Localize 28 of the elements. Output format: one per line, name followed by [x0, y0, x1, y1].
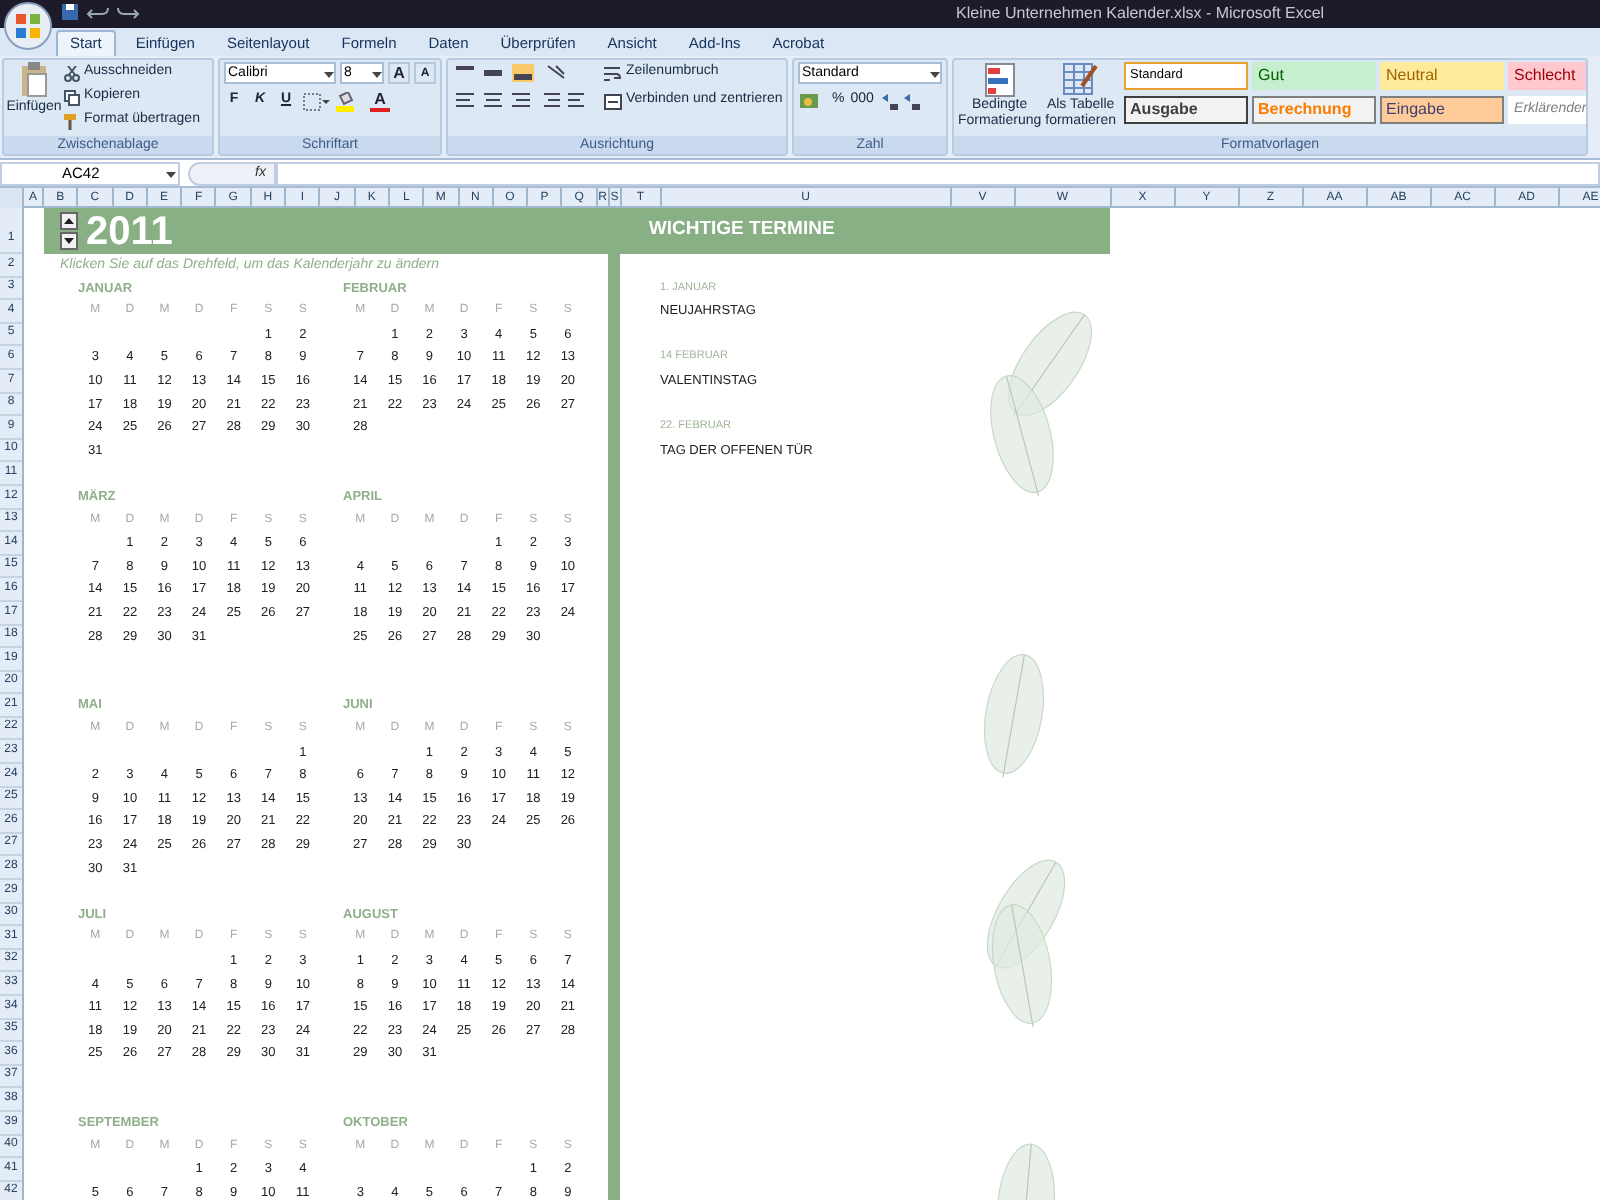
paintbrush-icon: [64, 113, 80, 129]
cell-style-option[interactable]: Schlecht: [1508, 62, 1586, 90]
scissors-icon: [64, 65, 80, 81]
window-title: Kleine Unternehmen Kalender.xlsx - Microsoft Excel: [956, 2, 1325, 26]
redo-icon: [116, 2, 140, 22]
wrap-text-icon: [604, 65, 622, 81]
cell-style-option[interactable]: Gut: [1252, 62, 1377, 90]
events-title: WICHTIGE TERMINE: [648, 216, 835, 245]
table-bars-icon: [983, 62, 1016, 98]
cell-style-option[interactable]: Eingabe: [1380, 96, 1505, 124]
year-spinner[interactable]: [60, 212, 78, 250]
office-button[interactable]: [4, 2, 52, 50]
spin-up-icon: [60, 212, 78, 230]
spin-down-icon: [60, 232, 78, 250]
font-color-button[interactable]: A: [370, 90, 390, 112]
year-label: 2011: [86, 209, 173, 253]
formula-input[interactable]: [276, 161, 1600, 185]
decimal-places-icon: [879, 91, 924, 111]
cell-style-option[interactable]: Ausgabe: [1124, 96, 1249, 124]
office-logo-icon: [14, 12, 42, 40]
undo-icon: [86, 2, 110, 22]
save-icon: [60, 2, 80, 22]
clipboard-icon: [20, 62, 48, 98]
grow-font-button[interactable]: A: [388, 62, 410, 84]
merge-cells-icon: [604, 93, 622, 109]
borders-icon: [302, 91, 330, 111]
cell-style-option[interactable]: Neutral: [1380, 62, 1505, 90]
copy-icon: [64, 89, 80, 105]
